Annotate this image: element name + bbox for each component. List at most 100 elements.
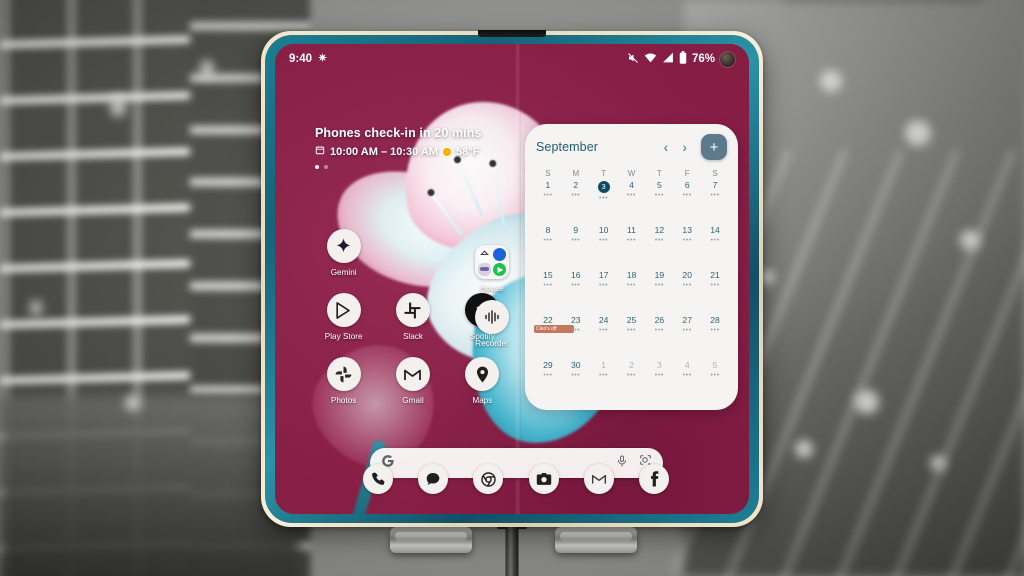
calendar-day-cell[interactable]: 10 ••• <box>590 224 618 269</box>
calendar-day-cell[interactable]: 20 ••• <box>673 269 701 314</box>
calendar-day-dots: ••• <box>710 237 720 245</box>
calendar-day-dots: ••• <box>571 327 581 335</box>
phone-screen: 9:40 76% Phones check-in in 20 mins 10:0… <box>275 44 749 514</box>
status-bar-left: 9:40 <box>289 52 328 66</box>
calendar-add-button[interactable]: + <box>701 134 727 160</box>
folder-label: House <box>480 284 504 293</box>
app-gmail[interactable]: Gmail <box>378 357 447 405</box>
calendar-day-number: 27 <box>682 315 692 325</box>
calendar-day-cell[interactable]: 27 ••• <box>673 314 701 359</box>
calendar-day-number: 24 <box>598 315 609 325</box>
app-label: Recorder <box>475 339 509 348</box>
folder-house[interactable]: House <box>475 245 509 293</box>
calendar-day-cell[interactable]: 5 ••• <box>701 359 729 404</box>
at-a-glance-widget[interactable]: Phones check-in in 20 mins 10:00 AM – 10… <box>315 126 482 169</box>
calendar-day-cell[interactable]: 15 ••• <box>534 269 562 314</box>
calendar-day-dots: ••• <box>626 237 637 245</box>
calendar-day-cell[interactable]: 4 ••• <box>673 359 701 404</box>
calendar-day-dots: ••• <box>599 195 609 202</box>
calendar-day-cell[interactable]: 23 ••• <box>562 314 590 359</box>
stand-clamp-left <box>390 527 472 553</box>
calendar-day-cell[interactable]: 13 ••• <box>673 224 701 269</box>
calendar-day-cell[interactable]: 22 Cleo's off <box>534 314 574 359</box>
calendar-next-icon[interactable]: › <box>682 140 687 154</box>
screenshot-stage: 9:40 76% Phones check-in in 20 mins 10:0… <box>0 0 1024 576</box>
calendar-day-cell[interactable]: 29 ••• <box>534 359 562 404</box>
calendar-day-cell[interactable]: 1 ••• <box>534 179 562 224</box>
calendar-day-dots: ••• <box>626 327 637 335</box>
calendar-day-cell[interactable]: 17 ••• <box>590 269 618 314</box>
calendar-day-cell[interactable]: 16 ••• <box>562 269 590 314</box>
wifi-icon <box>644 52 657 66</box>
calendar-day-cell[interactable]: 8 ••• <box>534 224 562 269</box>
calendar-day-dots: ••• <box>626 192 637 200</box>
app-slack[interactable]: Slack <box>378 293 447 341</box>
calendar-day-cell[interactable]: 18 ••• <box>618 269 646 314</box>
page-dot <box>324 165 328 169</box>
calendar-day-cell[interactable]: 3 ••• <box>645 359 673 404</box>
recorder-waveform-icon <box>475 300 509 334</box>
calendar-day-dots: ••• <box>571 282 581 290</box>
calendar-day-header: M <box>572 169 580 178</box>
calendar-day-number: 12 <box>654 225 665 235</box>
calendar-day-cell[interactable]: 21 ••• <box>701 269 729 314</box>
calendar-day-cell[interactable]: 9 ••• <box>562 224 590 269</box>
dock-camera[interactable] <box>528 464 559 494</box>
app-maps[interactable]: Maps <box>448 357 517 405</box>
calendar-day-cell[interactable]: 7 ••• <box>701 179 729 224</box>
calendar-day-cell[interactable]: 3 ••• <box>590 179 618 224</box>
calendar-day-dots: ••• <box>710 327 720 335</box>
calendar-day-cell[interactable]: 4 ••• <box>618 179 646 224</box>
calendar-day-number: 6 <box>684 180 690 190</box>
page-dot-active <box>315 165 319 169</box>
calendar-day-number: 3 <box>597 181 610 193</box>
dock-facebook[interactable] <box>638 464 669 494</box>
calendar-day-cell[interactable]: 2 ••• <box>562 179 590 224</box>
blue-app-icon <box>493 248 506 261</box>
calendar-day-number: 13 <box>682 225 692 235</box>
app-gemini[interactable]: Gemini <box>309 229 378 277</box>
dock-gmail[interactable] <box>583 464 614 494</box>
calendar-widget[interactable]: September ‹ › + S M T W T F S 1•••2•• <box>525 124 738 410</box>
calendar-day-cell[interactable]: 11 ••• <box>618 224 646 269</box>
calendar-day-number: 8 <box>545 225 551 235</box>
calendar-day-cell[interactable]: 25 ••• <box>618 314 646 359</box>
calendar-day-cell[interactable]: 30 ••• <box>562 359 590 404</box>
calendar-day-cell[interactable]: 24 ••• <box>590 314 618 359</box>
calendar-day-number: 15 <box>543 270 553 280</box>
calendar-prev-icon[interactable]: ‹ <box>664 140 669 154</box>
calendar-day-headers: S M T W T F S <box>534 169 729 178</box>
calendar-day-dots: ••• <box>599 372 609 380</box>
calendar-day-number: 29 <box>543 360 553 370</box>
calendar-day-cell[interactable]: 5 ••• <box>645 179 673 224</box>
dock-messages[interactable] <box>418 464 449 494</box>
slack-icon <box>395 293 430 327</box>
calendar-day-number: 26 <box>654 315 665 325</box>
calendar-day-number: 23 <box>570 315 581 325</box>
calendar-day-cell[interactable]: 1 ••• <box>590 359 618 404</box>
calendar-day-number: 19 <box>654 270 665 280</box>
app-recorder[interactable]: Recorder <box>475 300 509 348</box>
calendar-day-number: 2 <box>629 360 634 370</box>
calendar-day-cell[interactable]: 6 ••• <box>673 179 701 224</box>
calendar-day-cell[interactable]: 12 ••• <box>645 224 673 269</box>
calendar-day-dots: ••• <box>710 282 720 290</box>
calendar-day-number: 1 <box>601 360 607 370</box>
calendar-day-cell[interactable]: 26 ••• <box>645 314 673 359</box>
calendar-day-cell[interactable]: 2 ••• <box>618 359 646 404</box>
glance-title: Phones check-in in 20 mins <box>315 126 482 140</box>
calendar-day-number: 4 <box>684 360 690 370</box>
dock-phone[interactable] <box>363 464 393 494</box>
calendar-day-dots: ••• <box>710 372 720 380</box>
glance-time-range: 10:00 AM – 10:30 AM <box>330 145 439 158</box>
app-empty-slot <box>378 229 447 277</box>
calendar-day-cell[interactable]: 14 ••• <box>701 224 729 269</box>
app-photos[interactable]: Photos <box>309 357 378 405</box>
folder-icon <box>475 245 509 279</box>
calendar-day-cell[interactable]: 19 ••• <box>645 269 673 314</box>
calendar-day-dots: ••• <box>571 192 581 200</box>
calendar-day-cell[interactable]: 28 ••• <box>701 314 729 359</box>
dock-chrome[interactable] <box>473 464 504 494</box>
glance-page-dots[interactable] <box>315 165 482 169</box>
app-play-store[interactable]: Play Store <box>309 293 378 341</box>
